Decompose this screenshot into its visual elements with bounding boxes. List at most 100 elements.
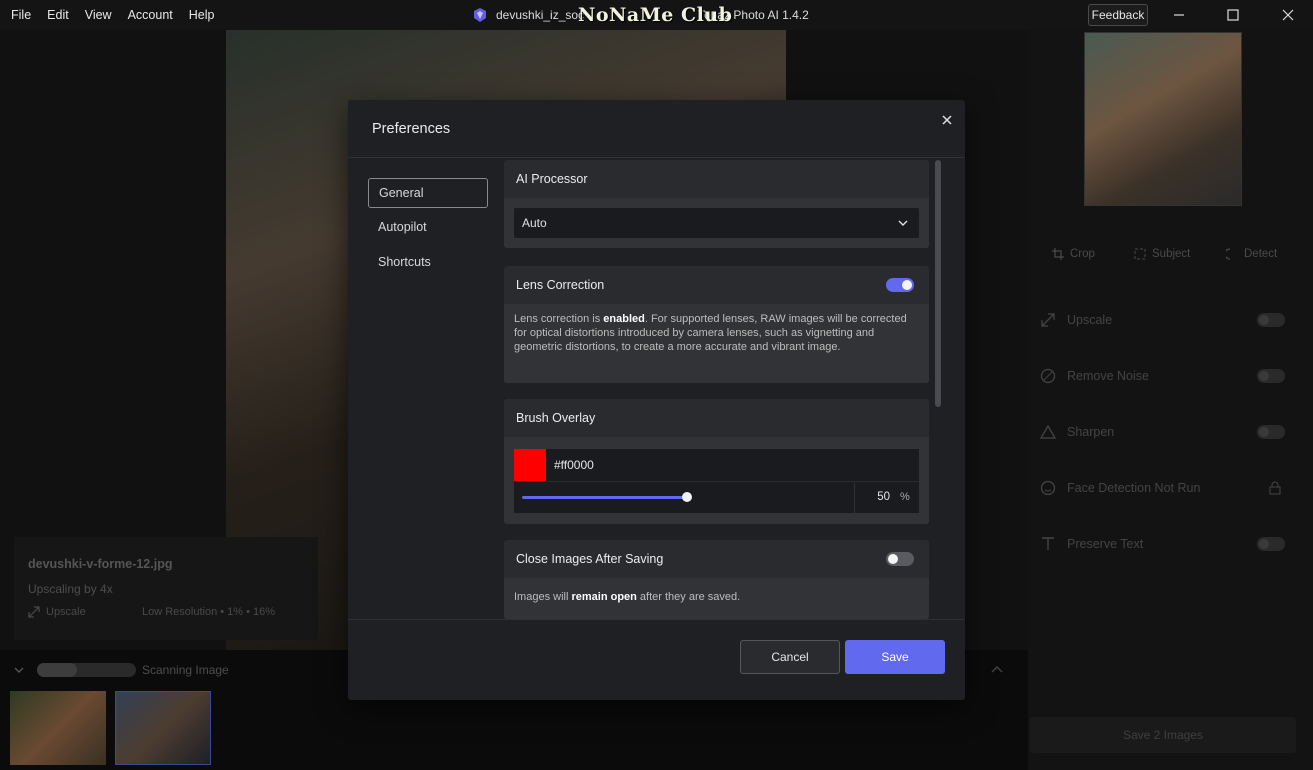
menu-help[interactable]: Help (189, 0, 215, 30)
window-title-prefix: devushki_iz_soc (496, 8, 585, 22)
feature-preserve-text[interactable]: Preserve Text (1040, 532, 1285, 556)
feature-preserve-text-label: Preserve Text (1067, 537, 1144, 551)
nav-shortcuts[interactable]: Shortcuts (368, 247, 488, 277)
feature-remove-noise[interactable]: Remove Noise (1040, 364, 1285, 388)
ai-processor-title: AI Processor (516, 172, 588, 186)
menu-file[interactable]: File (11, 0, 31, 30)
feature-upscale[interactable]: Upscale (1040, 308, 1285, 332)
chevron-down-icon (898, 220, 908, 226)
feature-upscale-label: Upscale (1067, 313, 1113, 327)
brush-overlay-card: Brush Overlay #ff0000 50 % (504, 399, 929, 524)
brush-color-swatch[interactable] (514, 449, 546, 481)
watermark: NoNaMe Club (578, 4, 733, 26)
noise-icon (1040, 368, 1056, 384)
upscale-label: Upscale (46, 606, 86, 618)
thumbnail-2[interactable] (115, 691, 211, 765)
feature-sharpen[interactable]: Sharpen (1040, 420, 1285, 444)
upscale-toggle[interactable] (1257, 313, 1285, 327)
subject-tool[interactable]: Subject (1134, 248, 1190, 260)
save-images-button[interactable]: Save 2 Images (1030, 717, 1296, 753)
scan-progress-bar (37, 663, 136, 677)
lens-correction-description: Lens correction is enabled. For supporte… (514, 312, 919, 354)
triangle-icon (1040, 424, 1056, 439)
brush-opacity-row: 50 % (514, 481, 919, 514)
remove-noise-toggle[interactable] (1257, 369, 1285, 383)
preferences-dialog: Preferences General Autopilot Shortcuts … (348, 100, 965, 700)
resolution-label: Low Resolution • 1% • 16% (142, 606, 276, 618)
scan-progress-fill (37, 663, 77, 677)
subject-icon (1134, 248, 1146, 260)
desc-bold: remain open (571, 591, 637, 603)
dialog-title: Preferences (372, 121, 451, 137)
image-info-card: devushki-v-forme-12.jpg Upscaling by 4x … (14, 537, 318, 640)
navigator-thumbnail[interactable] (1084, 32, 1242, 206)
crop-tool[interactable]: Crop (1052, 248, 1095, 260)
opacity-value-input[interactable]: 50 (854, 491, 890, 503)
menu-bar: File Edit View Account Help (0, 0, 230, 30)
upscaling-label: Upscaling by 4x (28, 582, 113, 596)
feature-remove-noise-label: Remove Noise (1067, 369, 1149, 383)
brush-overlay-title: Brush Overlay (516, 411, 596, 425)
text-icon (1042, 537, 1054, 550)
nav-general[interactable]: General (368, 178, 488, 208)
opacity-slider-track[interactable] (522, 496, 687, 499)
detect-tool[interactable]: Detect (1226, 248, 1277, 260)
menu-account[interactable]: Account (128, 0, 173, 30)
cancel-button[interactable]: Cancel (740, 640, 840, 674)
thumbnail-1[interactable] (10, 691, 106, 765)
brush-color-field[interactable]: #ff0000 (514, 449, 919, 481)
title-bar: File Edit View Account Help devushki_iz_… (0, 0, 1313, 30)
desc-text: Lens correction is (514, 313, 604, 325)
image-filename: devushki-v-forme-12.jpg (28, 557, 173, 571)
brush-color-hex: #ff0000 (554, 458, 594, 472)
nav-autopilot[interactable]: Autopilot (368, 212, 488, 242)
maximize-icon (1227, 9, 1239, 21)
dialog-footer-divider (348, 619, 965, 620)
lock-icon (1269, 481, 1281, 495)
crop-icon (1052, 248, 1064, 260)
close-after-saving-card: Close Images After Saving Images will re… (504, 540, 929, 619)
lens-correction-title: Lens Correction (516, 278, 605, 292)
desc-text: after they are saved. (636, 591, 741, 603)
dialog-close-icon[interactable] (938, 111, 956, 129)
subject-label: Subject (1152, 248, 1191, 260)
save-button[interactable]: Save (845, 640, 945, 674)
feature-face-detection[interactable]: Face Detection Not Run (1040, 476, 1285, 500)
minimize-icon (1174, 14, 1184, 16)
lens-correction-card: Lens Correction Lens correction is enabl… (504, 266, 929, 383)
upscale-row: Upscale Low Resolution • 1% • 16% (28, 606, 275, 618)
detect-icon (1226, 248, 1231, 260)
maximize-button[interactable] (1210, 0, 1256, 30)
close-after-saving-header: Close Images After Saving (504, 540, 929, 578)
menu-edit[interactable]: Edit (47, 0, 69, 30)
menu-view[interactable]: View (85, 0, 112, 30)
chevron-up-icon[interactable] (990, 664, 1004, 676)
opacity-unit: % (900, 491, 910, 503)
close-after-saving-toggle[interactable] (886, 552, 914, 566)
lens-correction-toggle[interactable] (886, 278, 914, 292)
upscale-icon (1041, 313, 1055, 327)
desc-text: Images will (514, 591, 572, 603)
preferences-content: AI Processor Auto Lens Correction Lens c… (504, 158, 929, 619)
opacity-slider-handle[interactable] (682, 492, 692, 502)
feature-sharpen-label: Sharpen (1067, 425, 1115, 439)
close-window-button[interactable] (1265, 0, 1311, 30)
ai-processor-select[interactable]: Auto (514, 208, 919, 238)
close-icon (1282, 9, 1294, 21)
minimize-button[interactable] (1156, 0, 1202, 30)
desc-bold: enabled (603, 313, 645, 325)
close-after-saving-title: Close Images After Saving (516, 552, 664, 566)
ai-processor-value: Auto (522, 216, 547, 230)
feedback-button[interactable]: Feedback (1088, 4, 1148, 26)
feature-face-detection-label: Face Detection Not Run (1067, 481, 1201, 495)
content-scrollbar[interactable] (935, 160, 941, 407)
lens-correction-header: Lens Correction (504, 266, 929, 304)
scan-status: Scanning Image (142, 663, 229, 677)
topaz-logo-icon (474, 8, 486, 22)
preserve-text-toggle[interactable] (1257, 537, 1285, 551)
chevron-down-icon[interactable] (13, 664, 25, 676)
close-after-saving-description: Images will remain open after they are s… (514, 590, 919, 604)
sharpen-toggle[interactable] (1257, 425, 1285, 439)
detect-label: Detect (1244, 248, 1278, 260)
toggle-knob (902, 280, 912, 290)
